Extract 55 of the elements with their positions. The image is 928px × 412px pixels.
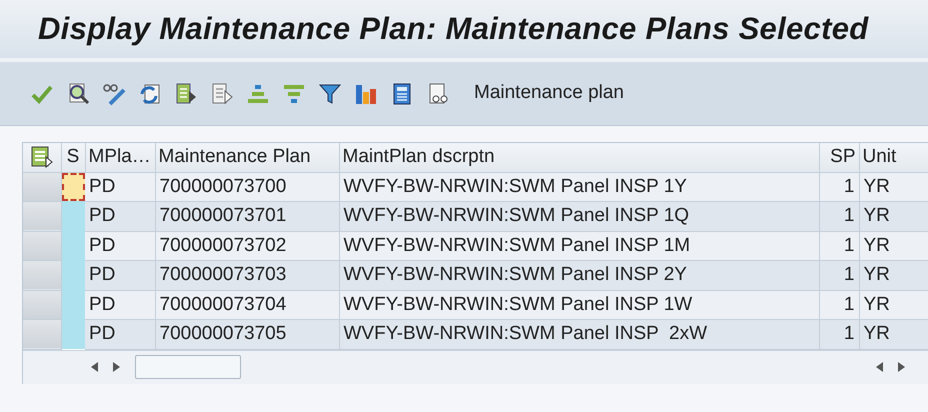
table-cell: WVFY-BW-NRWIN:SWM Panel INSP 2Y	[344, 264, 687, 285]
table-cell: WVFY-BW-NRWIN:SWM Panel INSP 1M	[344, 234, 690, 256]
focused-cell[interactable]	[62, 173, 85, 201]
refresh-button[interactable]	[138, 82, 162, 106]
column-header[interactable]: MaintPlan dscrptn	[342, 146, 495, 167]
table-cell: 1	[844, 294, 854, 314]
scroll-left-icon[interactable]	[876, 362, 884, 372]
glasses-pencil-button[interactable]	[102, 82, 126, 106]
document-arrow-button[interactable]	[210, 82, 234, 106]
scroll-left-icon[interactable]	[91, 362, 99, 372]
table-cell: 700000073702	[160, 234, 286, 256]
table-cell: 1	[844, 323, 854, 344]
column-header[interactable]: MPla…	[88, 146, 151, 167]
table-cell: 1	[844, 234, 854, 256]
table-cell: PD	[89, 234, 116, 256]
table-cell: YR	[864, 264, 890, 285]
table-cell: WVFY-BW-NRWIN:SWM Panel INSP 1W	[344, 294, 692, 314]
column-header[interactable]: SP	[830, 146, 856, 167]
table-cell: YR	[864, 294, 890, 314]
table-cell: YR	[864, 205, 890, 226]
table-cell: WVFY-BW-NRWIN:SWM Panel INSP 1Y	[344, 176, 687, 196]
table-cell: 700000073704	[160, 294, 286, 314]
refresh-icon	[138, 82, 162, 106]
scrollbar-thumb[interactable]	[135, 355, 241, 379]
scroll-right-icon[interactable]	[113, 362, 121, 372]
table-cell: YR	[864, 234, 890, 256]
table-cell: 700000073701	[160, 205, 286, 226]
layout-icon[interactable]	[30, 146, 53, 168]
table-cell: 700000073703	[160, 264, 286, 285]
document-arrow-icon	[174, 82, 198, 106]
filter-button[interactable]	[318, 82, 342, 106]
table-cell: 700000073700	[160, 176, 286, 196]
table-cell: WVFY-BW-NRWIN:SWM Panel INSP 2xW	[344, 323, 708, 344]
table-cell: PD	[89, 294, 116, 314]
column-header[interactable]: S	[66, 146, 80, 167]
table-cell: 1	[844, 176, 854, 196]
table-cell: PD	[89, 264, 116, 285]
document-arrow-icon	[210, 82, 234, 106]
table-cell: 700000073705	[160, 323, 286, 344]
table-cell: WVFY-BW-NRWIN:SWM Panel INSP 1Q	[344, 205, 690, 226]
table-cell: PD	[89, 205, 116, 226]
maintenance-plan-button[interactable]: Maintenance plan	[472, 79, 626, 108]
table-cell: 1	[844, 264, 854, 285]
column-header[interactable]: Maintenance Plan	[158, 146, 311, 167]
window-title: Display Maintenance Plan: Maintenance Plans Selected	[38, 10, 868, 48]
table-cell: PD	[89, 176, 116, 196]
document-arrow-button[interactable]	[174, 82, 198, 106]
glasses-pencil-icon	[102, 82, 126, 106]
scroll-right-icon[interactable]	[898, 362, 906, 372]
table-cell: PD	[89, 323, 116, 344]
table-cell: YR	[864, 176, 890, 196]
filter-icon	[318, 82, 342, 106]
column-header[interactable]: Unit	[862, 146, 896, 167]
table-cell: 1	[844, 205, 854, 226]
table-cell: YR	[864, 323, 890, 344]
